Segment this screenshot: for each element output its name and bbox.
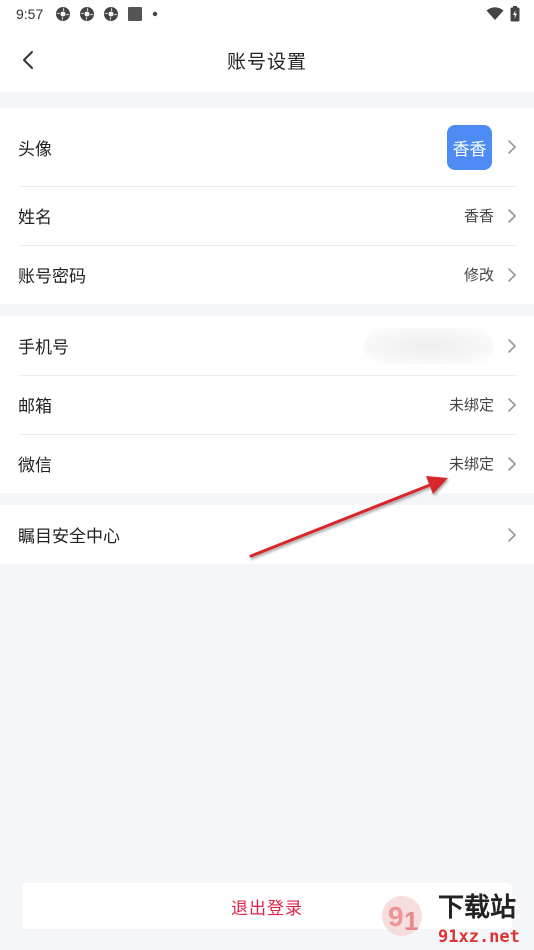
notification-icon xyxy=(56,7,71,21)
watermark-title: 下载站 xyxy=(438,893,516,923)
password-row[interactable]: 账号密码 修改 xyxy=(0,245,534,304)
name-label: 姓名 xyxy=(18,208,52,228)
avatar-row[interactable]: 头像 香香 xyxy=(0,108,534,186)
svg-text:9: 9 xyxy=(388,901,404,932)
back-button[interactable] xyxy=(14,46,42,74)
phone-label: 手机号 xyxy=(18,338,69,358)
wechat-row[interactable]: 微信 未绑定 xyxy=(0,434,534,493)
security-center-label: 瞩目安全中心 xyxy=(18,527,120,547)
profile-section: 头像 香香 姓名 香香 账号密码 修改 xyxy=(0,108,534,304)
logout-label: 退出登录 xyxy=(231,898,303,919)
phone-row[interactable]: 手机号 xyxy=(0,316,534,375)
battery-icon xyxy=(510,6,520,22)
dot-icon xyxy=(153,11,158,17)
bindings-section: 手机号 邮箱 未绑定 微信 未绑定 xyxy=(0,316,534,493)
watermark-domain: 91xz.net xyxy=(438,927,520,946)
name-value: 香香 xyxy=(463,207,494,225)
avatar: 香香 xyxy=(447,124,492,170)
phone-value-blurred xyxy=(364,327,494,364)
status-bar: 9:57 xyxy=(0,0,534,28)
chevron-right-icon xyxy=(506,139,518,155)
password-right: 修改 xyxy=(464,264,518,285)
chevron-right-icon xyxy=(506,338,518,354)
security-section: 瞩目安全中心 xyxy=(0,505,534,564)
status-time: 9:57 xyxy=(16,6,44,22)
phone-right xyxy=(364,327,518,364)
nav-bar: 账号设置 xyxy=(0,28,534,92)
security-center-row[interactable]: 瞩目安全中心 xyxy=(0,505,534,564)
chevron-right-icon xyxy=(506,456,518,472)
avatar-right: 香香 xyxy=(447,124,518,170)
notification-square-icon xyxy=(128,7,143,21)
notification-icon xyxy=(104,7,119,21)
page-title: 账号设置 xyxy=(226,50,307,73)
security-right xyxy=(506,527,518,543)
watermark-logo: 9 1 下载站 91xz.net xyxy=(382,893,520,946)
name-right: 香香 xyxy=(464,205,518,226)
chevron-right-icon xyxy=(506,267,518,283)
name-row[interactable]: 姓名 香香 xyxy=(0,186,534,245)
status-right xyxy=(486,6,520,22)
wechat-right: 未绑定 xyxy=(449,453,518,474)
chevron-left-icon xyxy=(23,51,33,69)
notification-icon xyxy=(80,7,95,21)
email-right: 未绑定 xyxy=(449,394,518,415)
chevron-right-icon xyxy=(506,397,518,413)
wechat-value: 未绑定 xyxy=(448,455,494,473)
chevron-right-icon xyxy=(506,208,518,224)
avatar-label: 头像 xyxy=(18,139,52,160)
wifi-icon xyxy=(486,7,504,20)
chevron-right-icon xyxy=(506,527,518,543)
email-row[interactable]: 邮箱 未绑定 xyxy=(0,375,534,434)
email-value: 未绑定 xyxy=(448,396,494,414)
wechat-label: 微信 xyxy=(18,456,52,476)
header-area: 9:57 账号设置 xyxy=(0,0,534,92)
password-label: 账号密码 xyxy=(18,267,86,287)
password-value: 修改 xyxy=(463,266,494,284)
status-icons xyxy=(55,6,159,22)
svg-text:1: 1 xyxy=(404,906,418,936)
email-label: 邮箱 xyxy=(18,397,52,417)
